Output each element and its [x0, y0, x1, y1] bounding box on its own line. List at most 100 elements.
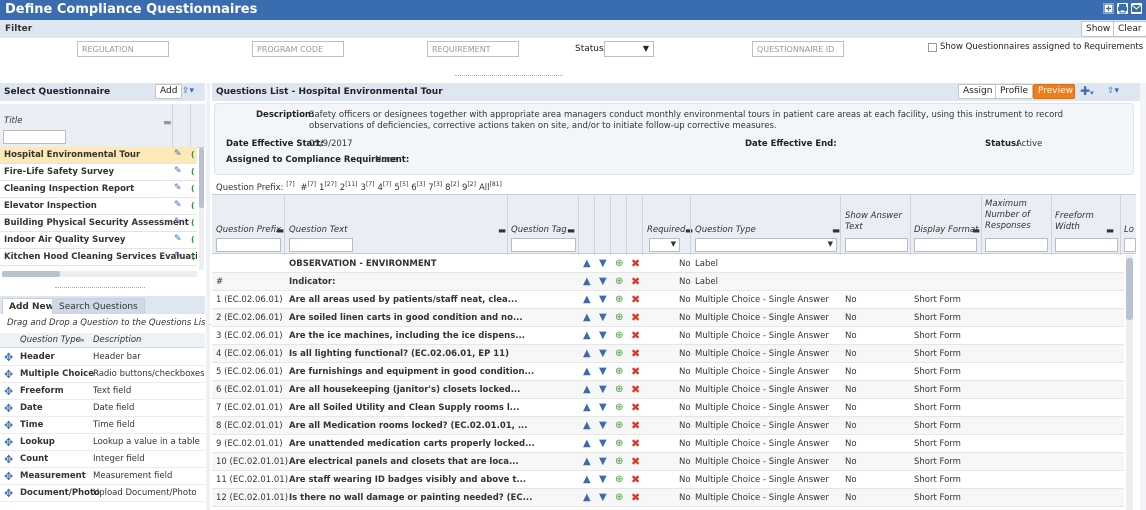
- tab-search-questions[interactable]: Search Questions: [52, 298, 145, 314]
- prefix-link[interactable]: 1[27]: [319, 181, 337, 193]
- profile-button[interactable]: Profile: [995, 84, 1033, 99]
- move-icon[interactable]: ✥: [4, 468, 13, 485]
- pencil-icon[interactable]: ✎: [174, 184, 183, 193]
- question-type-item[interactable]: ✥ Header Header bar: [0, 349, 205, 366]
- tag-filter-input[interactable]: [511, 238, 576, 252]
- pencil-icon[interactable]: ✎: [174, 167, 183, 176]
- questionnaire-id-input[interactable]: QUESTIONNAIRE ID: [752, 41, 844, 57]
- assign-button[interactable]: Assign: [958, 84, 998, 99]
- add-circle-icon[interactable]: ⊕: [615, 453, 623, 471]
- table-row[interactable]: # Indicator: No Label ▲ ▼ ⊕ ✖: [212, 273, 1124, 291]
- add-circle-icon[interactable]: ⊕: [615, 489, 623, 507]
- move-icon[interactable]: ✥: [4, 366, 13, 383]
- list-horizontal-scrollbar[interactable]: [2, 271, 197, 277]
- arrow-up-icon[interactable]: ▲: [583, 471, 591, 489]
- question-type-item[interactable]: ✥ Lookup Lookup a value in a table: [0, 434, 205, 451]
- table-row[interactable]: 10 (EC.02.01.01) Are electrical panels an…: [212, 453, 1124, 471]
- table-row[interactable]: 11 (EC.02.01.01) Are staff wearing ID bad…: [212, 471, 1124, 489]
- text-filter-input[interactable]: [289, 238, 353, 252]
- table-row[interactable]: 1 (EC.02.06.01) Are all areas used by pat…: [212, 291, 1124, 309]
- delete-icon[interactable]: ✖: [631, 381, 640, 399]
- delete-icon[interactable]: ✖: [631, 345, 640, 363]
- freeform-filter-input[interactable]: [1055, 238, 1118, 252]
- email-icon[interactable]: [1131, 3, 1142, 14]
- export-icon[interactable]: ⇪▾: [1107, 86, 1119, 96]
- delete-icon[interactable]: ✖: [631, 417, 640, 435]
- list-vertical-scrollbar[interactable]: [199, 148, 204, 270]
- table-row[interactable]: OBSERVATION - ENVIRONMENT No Label ▲ ▼ ⊕ ✖: [212, 255, 1124, 273]
- arrow-up-icon[interactable]: ▲: [583, 417, 591, 435]
- table-row[interactable]: 3 (EC.02.06.01) Are the ice machines, inc…: [212, 327, 1124, 345]
- arrow-up-icon[interactable]: ▲: [583, 363, 591, 381]
- arrow-down-icon[interactable]: ▼: [599, 363, 607, 381]
- arrow-up-icon[interactable]: ▲: [583, 435, 591, 453]
- prefix-link[interactable]: All[81]: [479, 181, 502, 193]
- prefix-link[interactable]: #[7]: [300, 181, 316, 193]
- questionnaire-item[interactable]: Cleaning Inspection Report ✎ (: [0, 181, 197, 198]
- required-filter-select[interactable]: ▼: [649, 238, 680, 252]
- delete-icon[interactable]: ✖: [631, 435, 640, 453]
- add-circle-icon[interactable]: ⊕: [615, 435, 623, 453]
- sort-icon[interactable]: ▬: [832, 226, 840, 237]
- table-row[interactable]: 6 (EC.02.01.01) Are all housekeeping (jan…: [212, 381, 1124, 399]
- arrow-down-icon[interactable]: ▼: [599, 345, 607, 363]
- add-circle-icon[interactable]: ⊕: [615, 309, 623, 327]
- prefix-link[interactable]: 5[5]: [394, 181, 408, 193]
- export-icon[interactable]: ⇪▾: [182, 86, 200, 97]
- table-row[interactable]: 5 (EC.02.06.01) Are furnishings and equip…: [212, 363, 1124, 381]
- sort-icon[interactable]: ▬: [567, 226, 575, 237]
- lo-filter-input[interactable]: [1124, 238, 1136, 252]
- prefix-link[interactable]: 2[11]: [340, 181, 358, 193]
- sort-icon[interactable]: ▬: [276, 226, 284, 237]
- title-filter-input[interactable]: [3, 130, 66, 144]
- question-type-item[interactable]: ✥ Date Date field: [0, 400, 205, 417]
- questionnaire-item[interactable]: Elevator Inspection ✎ (: [0, 198, 197, 215]
- delete-icon[interactable]: ✖: [631, 399, 640, 417]
- expand-icon[interactable]: [1103, 3, 1114, 14]
- arrow-up-icon[interactable]: ▲: [583, 489, 591, 507]
- prefix-link[interactable]: 7[3]: [428, 181, 442, 193]
- display-filter-input[interactable]: [914, 238, 977, 252]
- move-icon[interactable]: ✥: [4, 485, 13, 502]
- delete-icon[interactable]: ✖: [631, 489, 640, 507]
- requirement-input[interactable]: REQUIREMENT: [427, 41, 519, 57]
- add-circle-icon[interactable]: ⊕: [615, 417, 623, 435]
- question-type-item[interactable]: ✥ Document/Photo Upload Document/Photo: [0, 485, 205, 502]
- arrow-down-icon[interactable]: ▼: [599, 273, 607, 291]
- pencil-icon[interactable]: ✎: [174, 235, 183, 244]
- move-icon[interactable]: ✥: [4, 349, 13, 366]
- question-type-item[interactable]: ✥ Freeform Text field: [0, 383, 205, 400]
- delete-icon[interactable]: ✖: [631, 471, 640, 489]
- arrow-down-icon[interactable]: ▼: [599, 381, 607, 399]
- show-answer-filter-input[interactable]: [845, 238, 908, 252]
- delete-icon[interactable]: ✖: [631, 363, 640, 381]
- add-circle-icon[interactable]: ⊕: [615, 399, 623, 417]
- prefix-link[interactable]: 4[7]: [377, 181, 391, 193]
- delete-icon[interactable]: ✖: [631, 291, 640, 309]
- table-row[interactable]: 2 (EC.02.06.01) Are soiled linen carts in…: [212, 309, 1124, 327]
- arrow-down-icon[interactable]: ▼: [599, 417, 607, 435]
- delete-icon[interactable]: ✖: [631, 327, 640, 345]
- show-button[interactable]: Show: [1081, 21, 1116, 37]
- question-type-item[interactable]: ✥ Multiple Choice Radio buttons/checkboxes: [0, 366, 205, 383]
- arrow-up-icon[interactable]: ▲: [583, 291, 591, 309]
- program-code-input[interactable]: PROGRAM CODE: [252, 41, 344, 57]
- add-circle-icon[interactable]: ⊕: [615, 345, 623, 363]
- clear-button[interactable]: Clear: [1113, 21, 1146, 37]
- arrow-down-icon[interactable]: ▼: [599, 489, 607, 507]
- question-type-item[interactable]: ✥ Measurement Measurement field: [0, 468, 205, 485]
- table-row[interactable]: 12 (EC.02.01.01) Is there no wall damage …: [212, 489, 1124, 507]
- arrow-up-icon[interactable]: ▲: [583, 399, 591, 417]
- pencil-icon[interactable]: ✎: [174, 201, 183, 210]
- prefix-filter-input[interactable]: [216, 238, 281, 252]
- arrow-down-icon[interactable]: ▼: [599, 399, 607, 417]
- question-type-item[interactable]: ✥ Count Integer field: [0, 451, 205, 468]
- status-select[interactable]: ▼: [604, 41, 654, 57]
- prefix-link[interactable]: 6[3]: [411, 181, 425, 193]
- arrow-up-icon[interactable]: ▲: [583, 327, 591, 345]
- table-row[interactable]: 7 (EC.02.01.01) Are all Soiled Utility an…: [212, 399, 1124, 417]
- sort-icon[interactable]: ▬: [163, 118, 172, 128]
- sort-icon[interactable]: ▬: [1106, 226, 1114, 237]
- print-icon[interactable]: [1117, 3, 1128, 14]
- delete-icon[interactable]: ✖: [631, 255, 640, 273]
